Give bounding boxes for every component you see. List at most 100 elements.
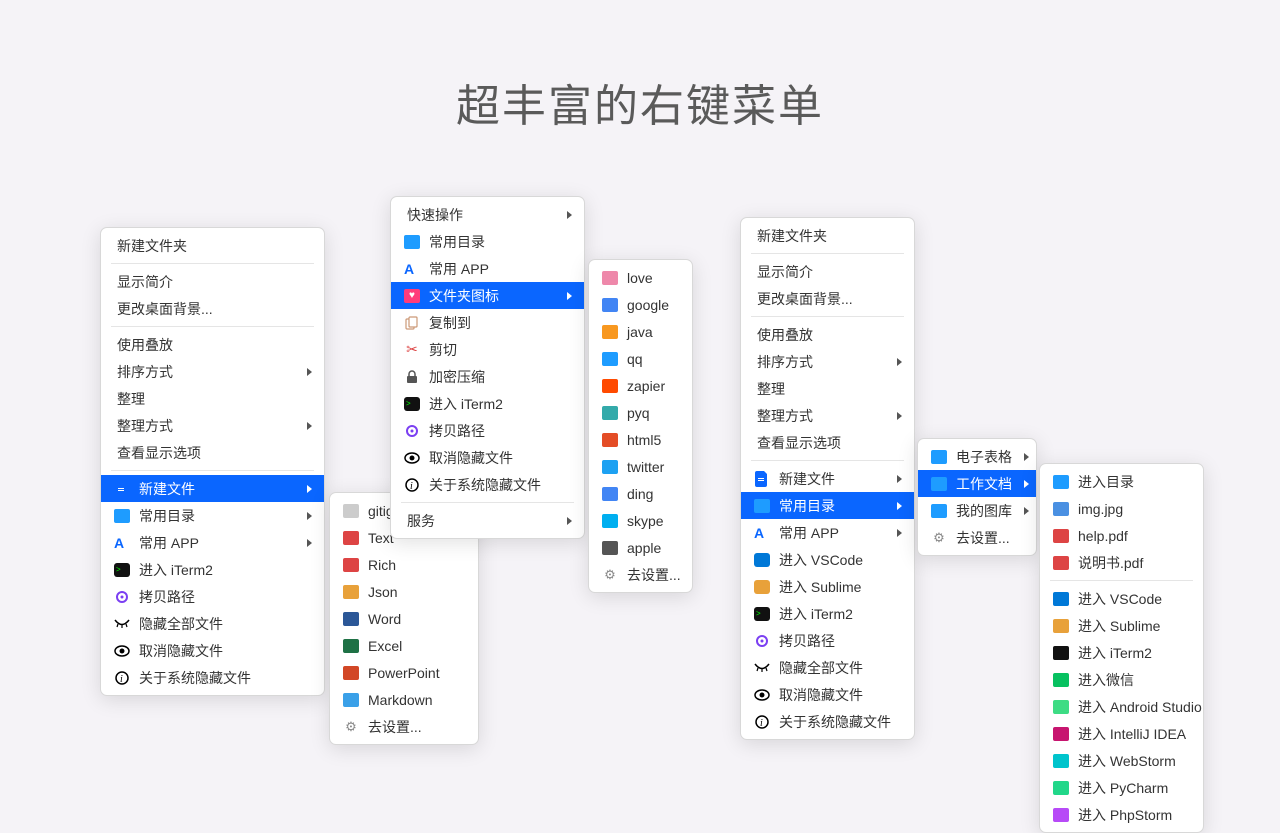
- menu-item[interactable]: i关于系统隐藏文件: [741, 708, 914, 735]
- menu-item[interactable]: 进入 WebStorm: [1040, 747, 1203, 774]
- menu-item[interactable]: 新建文件夹: [741, 222, 914, 249]
- menu-item[interactable]: ⚙去设置...: [330, 713, 478, 740]
- menu-item[interactable]: 拷贝路径: [101, 583, 324, 610]
- menu-item[interactable]: love: [589, 264, 692, 291]
- menu-item[interactable]: 取消隐藏文件: [101, 637, 324, 664]
- menu-item[interactable]: zapier: [589, 372, 692, 399]
- menu-item-label: 整理: [757, 379, 902, 399]
- folder-icon: [1052, 500, 1070, 518]
- chevron-right-icon: [307, 485, 312, 493]
- menu-item[interactable]: PowerPoint: [330, 659, 478, 686]
- menu-item[interactable]: 使用叠放: [741, 321, 914, 348]
- menu-item[interactable]: >进入 iTerm2: [101, 556, 324, 583]
- menu-item[interactable]: Json: [330, 578, 478, 605]
- menu-item[interactable]: html5: [589, 426, 692, 453]
- menu-item[interactable]: 拷贝路径: [741, 627, 914, 654]
- menu-item[interactable]: 查看显示选项: [101, 439, 324, 466]
- menu-item[interactable]: 更改桌面背景...: [101, 295, 324, 322]
- menu-item[interactable]: ding: [589, 480, 692, 507]
- menu-item[interactable]: 显示简介: [101, 268, 324, 295]
- menu-item[interactable]: 更改桌面背景...: [741, 285, 914, 312]
- menu-item[interactable]: 新建文件: [101, 475, 324, 502]
- menu-item-label: img.jpg: [1078, 501, 1191, 517]
- menu-item[interactable]: 使用叠放: [101, 331, 324, 358]
- menu-item[interactable]: twitter: [589, 453, 692, 480]
- menu-item[interactable]: 新建文件夹: [101, 232, 324, 259]
- menu-item[interactable]: 整理: [741, 375, 914, 402]
- submenu-folder-icons: lovegooglejavaqqzapierpyq html5 twitterdin…: [588, 259, 693, 593]
- menu-item[interactable]: i关于系统隐藏文件: [101, 664, 324, 691]
- menu-item[interactable]: 整理方式: [101, 412, 324, 439]
- menu-item-label: html5: [627, 432, 680, 448]
- folder-icon: [1052, 752, 1070, 770]
- menu-item[interactable]: 进入 PhpStorm: [1040, 801, 1203, 828]
- menu-item[interactable]: 说明书.pdf: [1040, 549, 1203, 576]
- menu-item-label: Excel: [368, 638, 466, 654]
- menu-item[interactable]: Rich: [330, 551, 478, 578]
- menu-item-label: 常用 APP: [429, 259, 572, 279]
- menu-item[interactable]: skype: [589, 507, 692, 534]
- menu-item[interactable]: ♥文件夹图标: [391, 282, 584, 309]
- menu-item[interactable]: 取消隐藏文件: [391, 444, 584, 471]
- menu-item[interactable]: 显示简介: [741, 258, 914, 285]
- folder-icon: [1052, 554, 1070, 572]
- menu-item[interactable]: 查看显示选项: [741, 429, 914, 456]
- menu-item[interactable]: 工作文档: [918, 470, 1036, 497]
- menu-item-services[interactable]: 服务: [391, 507, 584, 534]
- menu-item[interactable]: 进入 VSCode: [1040, 585, 1203, 612]
- menu-item[interactable]: ✂剪切: [391, 336, 584, 363]
- menu-item[interactable]: qq: [589, 345, 692, 372]
- menu-item[interactable]: A常用 APP: [391, 255, 584, 282]
- menu-item-label: 拷贝路径: [779, 631, 902, 651]
- menu-item[interactable]: Markdown: [330, 686, 478, 713]
- menu-item[interactable]: 我的图库: [918, 497, 1036, 524]
- menu-item[interactable]: 进入 Sublime: [1040, 612, 1203, 639]
- menu-item[interactable]: >进入 iTerm2: [741, 600, 914, 627]
- menu-item[interactable]: pyq: [589, 399, 692, 426]
- gear-icon: ⚙: [342, 718, 360, 736]
- menu-item[interactable]: 快速操作: [391, 201, 584, 228]
- menu-item[interactable]: 取消隐藏文件: [741, 681, 914, 708]
- menu-item[interactable]: ⚙去设置...: [918, 524, 1036, 551]
- menu-item[interactable]: A常用 APP: [741, 519, 914, 546]
- menu-item[interactable]: Excel: [330, 632, 478, 659]
- menu-item[interactable]: 隐藏全部文件: [101, 610, 324, 637]
- menu-item[interactable]: 电子表格: [918, 443, 1036, 470]
- menu-item[interactable]: 整理: [101, 385, 324, 412]
- menu-item[interactable]: 进入 Android Studio: [1040, 693, 1203, 720]
- menu-item[interactable]: 排序方式: [741, 348, 914, 375]
- gear-icon: i: [403, 476, 421, 494]
- menu-item[interactable]: 加密压缩: [391, 363, 584, 390]
- gear-icon: [403, 314, 421, 332]
- menu-item[interactable]: 整理方式: [741, 402, 914, 429]
- menu-item-label: 整理: [117, 389, 312, 409]
- menu-item[interactable]: ⚙去设置...: [589, 561, 692, 588]
- menu-item[interactable]: Word: [330, 605, 478, 632]
- menu-item[interactable]: 复制到: [391, 309, 584, 336]
- menu-item[interactable]: 进入 iTerm2: [1040, 639, 1203, 666]
- menu-item[interactable]: 常用目录: [101, 502, 324, 529]
- menu-item[interactable]: apple: [589, 534, 692, 561]
- menu-item[interactable]: 拷贝路径: [391, 417, 584, 444]
- menu-item[interactable]: 常用目录: [391, 228, 584, 255]
- menu-item[interactable]: img.jpg: [1040, 495, 1203, 522]
- menu-item[interactable]: java: [589, 318, 692, 345]
- menu-item[interactable]: 新建文件: [741, 465, 914, 492]
- menu-item[interactable]: 进入 PyCharm: [1040, 774, 1203, 801]
- folder-icon: [1052, 779, 1070, 797]
- menu-item[interactable]: 进入 IntelliJ IDEA: [1040, 720, 1203, 747]
- menu-item[interactable]: 常用目录: [741, 492, 914, 519]
- menu-item[interactable]: >进入 iTerm2: [391, 390, 584, 417]
- menu-item[interactable]: 进入 Sublime: [741, 573, 914, 600]
- menu-item[interactable]: A常用 APP: [101, 529, 324, 556]
- folder-icon: [342, 529, 360, 547]
- menu-item[interactable]: 排序方式: [101, 358, 324, 385]
- menu-item[interactable]: 进入目录: [1040, 468, 1203, 495]
- menu-item[interactable]: 进入 VSCode: [741, 546, 914, 573]
- menu-item[interactable]: i关于系统隐藏文件: [391, 471, 584, 498]
- folder-icon: [601, 431, 619, 449]
- menu-item[interactable]: help.pdf: [1040, 522, 1203, 549]
- menu-item[interactable]: 进入微信: [1040, 666, 1203, 693]
- menu-item[interactable]: google: [589, 291, 692, 318]
- menu-item[interactable]: 隐藏全部文件: [741, 654, 914, 681]
